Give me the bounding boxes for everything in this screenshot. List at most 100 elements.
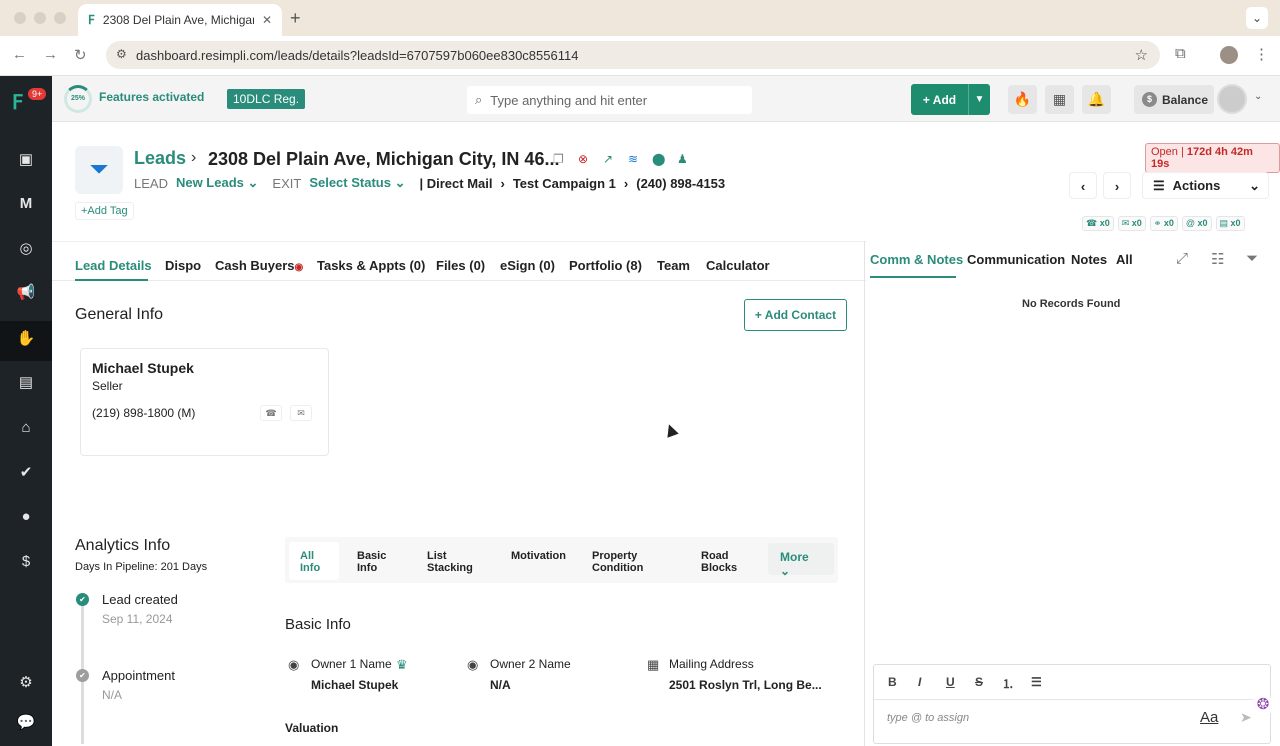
lead-status-dropdown[interactable]: New Leads ⌄ [176, 175, 258, 191]
global-search-input[interactable]: ⌕ Type anything and hit enter [467, 86, 752, 114]
add-button[interactable]: + Add ▼ [911, 84, 990, 115]
map-pin-icon[interactable]: ⬤ [652, 152, 665, 166]
maximize-window-button[interactable] [54, 12, 66, 24]
megaphone-icon[interactable]: 📢 [16, 283, 36, 303]
bookmark-star-icon[interactable]: ☆ [1135, 46, 1148, 64]
tab-close-icon[interactable]: ✕ [262, 13, 272, 27]
chevron-down-icon: ⌄ [1249, 177, 1260, 193]
dollar-icon[interactable]: $ [16, 552, 36, 572]
tab-notes[interactable]: Notes [1071, 252, 1107, 267]
ai-assistant-icon[interactable]: ❂ [1252, 694, 1274, 716]
m-logo-icon[interactable]: M [16, 194, 36, 214]
filter-icon[interactable]: ⏷ [1246, 250, 1258, 267]
tab-all[interactable]: All [1116, 252, 1133, 267]
chat-icon[interactable]: 💬 [16, 713, 36, 733]
expand-icon[interactable]: ⤢ [1176, 250, 1188, 267]
tab-calculator[interactable]: Calculator [706, 258, 770, 273]
lead-phone[interactable]: (240) 898-4153 [636, 176, 725, 191]
tab-esign[interactable]: eSign (0) [500, 258, 555, 273]
chevron-down-icon[interactable]: ⌄ [1254, 91, 1262, 102]
tab-list-stacking[interactable]: List Stacking [427, 550, 482, 574]
call-counter[interactable]: ☎ x0 [1082, 216, 1114, 231]
target-icon[interactable]: ◎ [16, 239, 36, 259]
add-contact-button[interactable]: + Add Contact [744, 299, 847, 331]
close-circle-icon[interactable]: ⊗ [578, 152, 588, 166]
home-icon[interactable]: ⌂ [16, 418, 36, 438]
dlc-registration-button[interactable]: 10DLC Reg. [227, 89, 306, 109]
mail-counter[interactable]: ▤ x0 [1215, 216, 1245, 231]
new-tab-button[interactable]: + [290, 8, 301, 29]
ordered-list-icon[interactable]: ⒈ [1002, 675, 1014, 692]
back-button[interactable]: ← [12, 46, 27, 63]
sort-icon[interactable]: ☷ [1211, 250, 1224, 268]
tab-communication[interactable]: Communication [967, 252, 1065, 267]
note-editor[interactable]: B I U S ⒈ ☰ type @ to assign Aa ➤ [873, 664, 1271, 744]
browser-tab[interactable]: ꓝ 2308 Del Plain Ave, Michigan ✕ [78, 4, 282, 36]
add-tag-button[interactable]: +Add Tag [75, 202, 134, 220]
settings-icon[interactable]: ⚙ [16, 673, 36, 693]
close-window-button[interactable] [14, 12, 26, 24]
setup-progress-ring[interactable]: 25% [64, 85, 92, 113]
exit-status-dropdown[interactable]: Select Status ⌄ [309, 175, 405, 191]
copy-icon[interactable]: ❐ [553, 152, 564, 166]
site-info-icon[interactable]: ⚙ [116, 47, 127, 61]
tab-dispo[interactable]: Dispo [165, 258, 201, 273]
zillow-icon[interactable]: ≋ [628, 152, 638, 166]
text-format-button[interactable]: Aa [1200, 709, 1218, 726]
browser-menu-icon[interactable]: ⋮ [1254, 45, 1269, 63]
link-counter[interactable]: ⚭ x0 [1149, 216, 1178, 231]
tab-basic-info[interactable]: Basic Info [357, 550, 397, 574]
strikethrough-icon[interactable]: S [975, 675, 983, 689]
minimize-window-button[interactable] [34, 12, 46, 24]
tab-motivation[interactable]: Motivation [511, 550, 566, 562]
italic-icon[interactable]: I [918, 675, 921, 689]
editor-placeholder[interactable]: type @ to assign [887, 712, 969, 724]
tab-list-button[interactable]: ⌄ [1246, 7, 1268, 29]
add-dropdown-chevron-icon[interactable]: ▼ [968, 84, 990, 115]
user-icon[interactable]: ● [16, 507, 36, 527]
tab-tasks-appts[interactable]: Tasks & Appts (0) [317, 258, 425, 273]
phone-icon[interactable]: ☎ [260, 405, 282, 421]
extensions-icon[interactable]: ⧉ [1175, 45, 1186, 62]
actions-dropdown[interactable]: ☰ Actions ⌄ [1142, 172, 1269, 199]
next-lead-button[interactable]: › [1103, 172, 1131, 199]
tab-cash-buyers[interactable]: Cash Buyers◉ [215, 258, 303, 273]
tab-road-blocks[interactable]: Road Blocks [701, 550, 741, 574]
user-avatar[interactable] [1217, 84, 1247, 114]
basic-info-title: Basic Info [285, 616, 351, 633]
tab-files[interactable]: Files (0) [436, 258, 485, 273]
forward-button[interactable]: → [43, 46, 58, 63]
check-icon[interactable]: ✔ [16, 463, 36, 483]
tab-portfolio[interactable]: Portfolio (8) [569, 258, 642, 273]
external-link-icon[interactable]: ↗ [603, 152, 613, 166]
breadcrumb-leads-link[interactable]: Leads [134, 148, 186, 169]
bullet-list-icon[interactable]: ☰ [1031, 675, 1042, 689]
contact-phone[interactable]: (219) 898-1800 (M) [92, 406, 195, 420]
email-counter[interactable]: @ x0 [1181, 216, 1212, 231]
tab-team[interactable]: Team [657, 258, 690, 273]
reload-button[interactable]: ↻ [74, 46, 87, 64]
more-tabs-dropdown[interactable]: More ⌄ [768, 543, 834, 578]
bold-icon[interactable]: B [888, 675, 897, 689]
bell-icon[interactable]: 🔔 [1082, 85, 1111, 114]
url-field[interactable]: ⚙ dashboard.resimpli.com/leads/details?l… [106, 41, 1160, 69]
previous-lead-button[interactable]: ‹ [1069, 172, 1097, 199]
tab-property-condition[interactable]: Property Condition [592, 550, 652, 574]
street-view-icon[interactable]: ♟ [677, 152, 688, 166]
sms-icon[interactable]: ✉ [290, 405, 312, 421]
leads-icon[interactable]: ✋ [16, 329, 36, 349]
profile-avatar[interactable] [1220, 46, 1238, 64]
calendar-icon[interactable]: ▦ [1045, 85, 1074, 114]
tab-all-info[interactable]: All Info [300, 550, 330, 574]
address-bar-row: ← → ↻ ⚙ dashboard.resimpli.com/leads/det… [0, 36, 1280, 76]
sms-counter[interactable]: ✉ x0 [1117, 216, 1146, 231]
balance-button[interactable]: $ Balance [1134, 85, 1214, 114]
fire-icon[interactable]: 🔥 [1008, 85, 1037, 114]
inbox-icon[interactable]: ▣ [16, 150, 36, 170]
features-activated-link[interactable]: Features activated [99, 90, 204, 104]
send-icon[interactable]: ➤ [1240, 709, 1252, 726]
tab-lead-details[interactable]: Lead Details [75, 258, 152, 273]
underline-icon[interactable]: U [946, 675, 955, 689]
tab-comm-notes[interactable]: Comm & Notes [870, 252, 963, 267]
buildings-icon[interactable]: ▤ [16, 373, 36, 393]
